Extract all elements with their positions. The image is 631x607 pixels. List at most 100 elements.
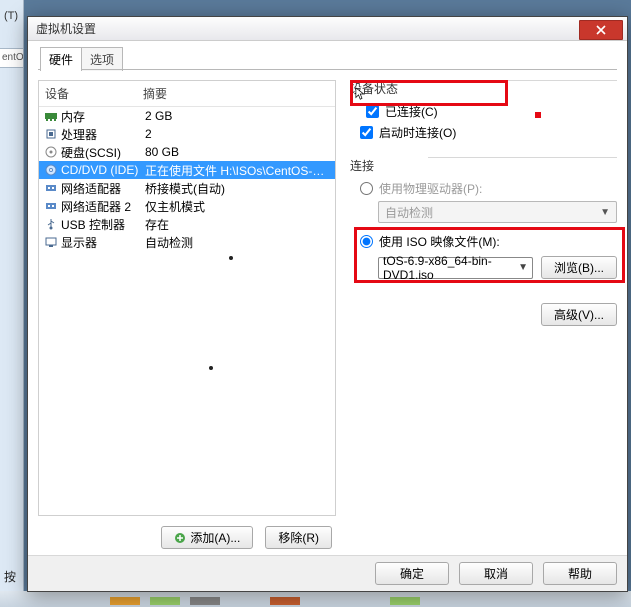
- tab-hardware[interactable]: 硬件: [40, 47, 82, 71]
- dialog-body: 硬件 选项 设备 摘要 内存2 GB处理器2硬盘(SCSI)80 GBCD/DV…: [28, 41, 627, 555]
- iso-file-combo[interactable]: tOS-6.9-x86_64-bin-DVD1.iso ▼: [378, 257, 533, 279]
- device-summary: 正在使用文件 H:\ISOs\CentOS-6.9-...: [141, 162, 331, 179]
- advanced-button-label: 高级(V)...: [554, 306, 604, 323]
- device-name: USB 控制器: [61, 216, 141, 233]
- tab-options[interactable]: 选项: [81, 47, 123, 71]
- annotation-dot: [229, 256, 233, 260]
- connected-checkbox[interactable]: [366, 105, 379, 118]
- device-row[interactable]: 网络适配器桥接模式(自动): [39, 179, 335, 197]
- device-name: 网络适配器: [61, 180, 141, 197]
- hardware-panel: 设备 摘要 内存2 GB处理器2硬盘(SCSI)80 GBCD/DVD (IDE…: [38, 69, 617, 549]
- right-column: 设备状态 已连接(C) 启动时连接(O): [350, 80, 617, 549]
- remove-button-label: 移除(R): [278, 529, 319, 546]
- bg-tab-centos: entOS: [0, 48, 24, 68]
- device-row[interactable]: 处理器2: [39, 125, 335, 143]
- advanced-row: 高级(V)...: [350, 303, 617, 326]
- taskbar-item: [390, 597, 420, 605]
- connect-on-poweron-checkbox[interactable]: [360, 126, 373, 139]
- connect-on-poweron-row: 启动时连接(O): [360, 124, 617, 141]
- taskbar-item: [270, 597, 300, 605]
- use-iso-radio[interactable]: [360, 235, 373, 248]
- taskbar-item: [110, 597, 140, 605]
- device-row[interactable]: 显示器自动检测: [39, 233, 335, 251]
- device-row[interactable]: USB 控制器存在: [39, 215, 335, 233]
- physical-drive-value: 自动检测: [385, 204, 433, 221]
- ok-button[interactable]: 确定: [375, 562, 449, 585]
- chevron-down-icon: ▼: [518, 262, 528, 273]
- annotation-dot-red: [535, 112, 541, 118]
- group-connection: 连接 使用物理驱动器(P): 自动检测 ▼: [350, 157, 617, 279]
- iso-file-value: tOS-6.9-x86_64-bin-DVD1.iso: [383, 254, 518, 282]
- cancel-button[interactable]: 取消: [459, 562, 533, 585]
- close-icon: [596, 25, 606, 35]
- device-summary: 2 GB: [141, 109, 331, 123]
- connect-on-poweron-label[interactable]: 启动时连接(O): [379, 124, 456, 141]
- bg-taskbar: [0, 591, 631, 607]
- help-button[interactable]: 帮助: [543, 562, 617, 585]
- dialog-footer: 确定 取消 帮助: [28, 555, 627, 591]
- use-physical-radio[interactable]: [360, 182, 373, 195]
- connected-row: 已连接(C): [366, 103, 617, 120]
- connection-title: 连接: [350, 157, 374, 174]
- device-name: 网络适配器 2: [61, 198, 141, 215]
- device-summary: 80 GB: [141, 145, 331, 159]
- use-iso-row: 使用 ISO 映像文件(M):: [360, 233, 617, 250]
- device-summary: 存在: [141, 216, 331, 233]
- help-button-label: 帮助: [568, 565, 592, 582]
- memory-icon: [43, 109, 59, 123]
- col-device: 设备: [39, 81, 137, 106]
- nic-icon: [43, 181, 59, 195]
- cd-icon: [43, 163, 59, 177]
- bg-left-strip: (T) entOS: [0, 0, 24, 607]
- bg-an-fragment: 按: [4, 568, 16, 585]
- browse-button[interactable]: 浏览(B)...: [541, 256, 617, 279]
- use-physical-row: 使用物理驱动器(P):: [360, 180, 617, 197]
- annotation-dot: [209, 366, 213, 370]
- device-list-header: 设备 摘要: [39, 81, 335, 107]
- remove-button[interactable]: 移除(R): [265, 526, 332, 549]
- browse-button-label: 浏览(B)...: [554, 259, 604, 276]
- device-row[interactable]: 内存2 GB: [39, 107, 335, 125]
- physical-drive-combo: 自动检测 ▼: [378, 201, 617, 223]
- device-name: 显示器: [61, 234, 141, 251]
- col-summary: 摘要: [137, 81, 335, 106]
- device-name: 硬盘(SCSI): [61, 144, 141, 161]
- group-device-status: 设备状态 已连接(C) 启动时连接(O): [350, 80, 617, 145]
- display-icon: [43, 235, 59, 249]
- advanced-button[interactable]: 高级(V)...: [541, 303, 617, 326]
- device-name: 内存: [61, 108, 141, 125]
- device-name: CD/DVD (IDE): [61, 163, 141, 177]
- cancel-button-label: 取消: [484, 565, 508, 582]
- window-title: 虚拟机设置: [36, 20, 579, 37]
- taskbar-item: [190, 597, 220, 605]
- taskbar-item: [150, 597, 180, 605]
- ok-button-label: 确定: [400, 565, 424, 582]
- nic-icon: [43, 199, 59, 213]
- left-column: 设备 摘要 内存2 GB处理器2硬盘(SCSI)80 GBCD/DVD (IDE…: [38, 80, 336, 549]
- tabstrip: 硬件 选项: [40, 47, 617, 71]
- disk-icon: [43, 145, 59, 159]
- connected-label[interactable]: 已连接(C): [385, 103, 438, 120]
- bg-menu-t: (T): [4, 10, 18, 22]
- device-row[interactable]: CD/DVD (IDE)正在使用文件 H:\ISOs\CentOS-6.9-..…: [39, 161, 335, 179]
- device-rows: 内存2 GB处理器2硬盘(SCSI)80 GBCD/DVD (IDE)正在使用文…: [39, 107, 335, 251]
- titlebar: 虚拟机设置: [28, 17, 627, 41]
- use-iso-label[interactable]: 使用 ISO 映像文件(M):: [379, 233, 500, 250]
- use-physical-label[interactable]: 使用物理驱动器(P):: [379, 180, 482, 197]
- chevron-down-icon: ▼: [600, 207, 610, 218]
- add-button[interactable]: 添加(A)...: [161, 526, 253, 549]
- device-summary: 自动检测: [141, 234, 331, 251]
- usb-icon: [43, 217, 59, 231]
- device-summary: 桥接模式(自动): [141, 180, 331, 197]
- vm-settings-dialog: 虚拟机设置 硬件 选项 设备 摘要 内存2 GB处理器2硬盘(SCSI)80 G…: [27, 16, 628, 592]
- device-list[interactable]: 设备 摘要 内存2 GB处理器2硬盘(SCSI)80 GBCD/DVD (IDE…: [38, 80, 336, 516]
- device-row[interactable]: 网络适配器 2仅主机模式: [39, 197, 335, 215]
- device-row[interactable]: 硬盘(SCSI)80 GB: [39, 143, 335, 161]
- cpu-icon: [43, 127, 59, 141]
- device-summary: 仅主机模式: [141, 198, 331, 215]
- close-button[interactable]: [579, 20, 623, 40]
- left-buttons: 添加(A)... 移除(R): [38, 526, 336, 549]
- cursor-icon: [355, 87, 369, 101]
- plus-icon: [174, 532, 186, 544]
- device-summary: 2: [141, 127, 331, 141]
